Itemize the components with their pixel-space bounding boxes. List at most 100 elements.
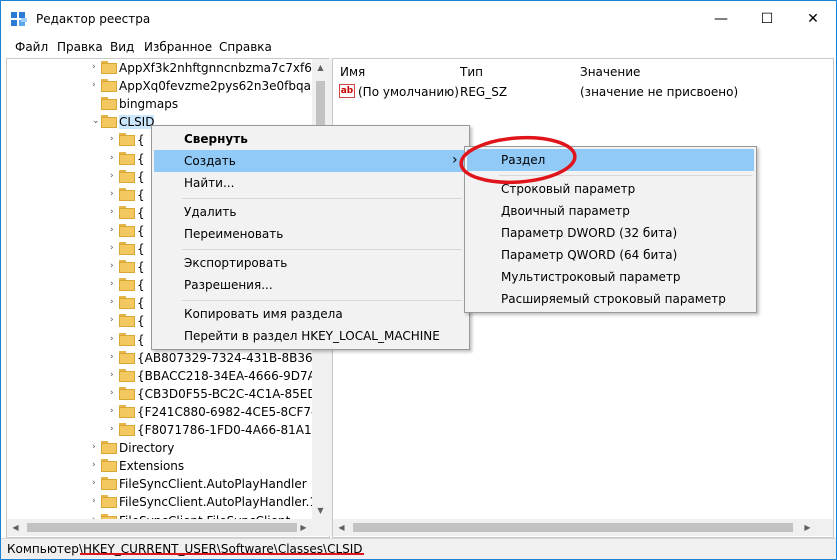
tree-item[interactable]: › {AB807329-7324-431B-8B36-DE xyxy=(7,349,329,367)
tree-item[interactable]: › Directory xyxy=(7,439,329,457)
submenu-item-expandable-string-value[interactable]: Расширяемый строковый параметр xyxy=(467,288,754,310)
scroll-down-icon[interactable]: ▼ xyxy=(312,502,329,519)
close-button[interactable]: ✕ xyxy=(790,1,836,37)
registry-editor-icon xyxy=(11,12,27,26)
menu-item-find[interactable]: Найти... xyxy=(154,172,467,194)
tree-item[interactable]: › Extensions xyxy=(7,457,329,475)
values-horizontal-scrollbar[interactable]: ◀ ▶ xyxy=(333,519,833,536)
tree-item-label: AppXf3k2nhftgnncnbzma7c7xf62tr xyxy=(119,61,330,75)
folder-icon xyxy=(119,278,135,292)
folder-icon xyxy=(101,61,117,74)
annotation-underline xyxy=(79,553,364,555)
menu-item-label: Параметр QWORD (64 бита) xyxy=(501,248,678,262)
menu-item-delete[interactable]: Удалить xyxy=(154,201,467,223)
tree-item-label: { xyxy=(137,169,145,184)
menu-item-rename[interactable]: Переименовать xyxy=(154,223,467,245)
tree-item-label: { xyxy=(137,296,145,311)
folder-icon xyxy=(119,205,135,219)
values-scroll-left-icon[interactable]: ◀ xyxy=(333,519,350,536)
tree-item[interactable]: › FileSyncClient.AutoPlayHandler.1 xyxy=(7,493,329,511)
tree-item-label: { xyxy=(137,242,145,256)
submenu-item-multistring-value[interactable]: Мультистроковый параметр xyxy=(467,266,754,288)
menu-bar: Файл Правка Вид Избранное Справка xyxy=(1,37,836,57)
minimize-button[interactable]: — xyxy=(698,1,744,37)
menu-item-label: Разрешения... xyxy=(184,278,273,292)
tree-item[interactable]: › {F8071786-1FD0-4A66-81A1-3C xyxy=(7,421,329,439)
folder-icon xyxy=(119,350,135,364)
tree-item-label: CLSID xyxy=(119,115,155,130)
value-name: (По умолчанию) xyxy=(358,85,459,99)
folder-icon xyxy=(101,97,117,111)
menu-file[interactable]: Файл xyxy=(15,40,48,54)
string-value-icon: ab xyxy=(339,84,355,98)
values-hscroll-thumb[interactable] xyxy=(353,523,793,532)
menu-favorites[interactable]: Избранное xyxy=(144,40,212,54)
scroll-right-icon[interactable]: ▶ xyxy=(295,519,312,536)
folder-icon xyxy=(119,386,135,400)
folder-icon xyxy=(119,332,135,346)
folder-icon xyxy=(101,79,117,93)
submenu-item-qword-value[interactable]: Параметр QWORD (64 бита) xyxy=(467,244,754,266)
menu-edit[interactable]: Правка xyxy=(57,40,103,54)
values-scroll-right-icon[interactable]: ▶ xyxy=(799,519,816,536)
tree-item[interactable]: › {CB3D0F55-BC2C-4C1A-85ED-2 xyxy=(7,385,329,403)
title-bar[interactable]: Редактор реестра — ☐ ✕ xyxy=(1,1,836,37)
tree-item-label: AppXq0fevzme2pys62n3e0fbqa7pe xyxy=(119,79,330,94)
menu-item-label: Перейти в раздел HKEY_LOCAL_MACHINE xyxy=(184,329,440,343)
folder-icon xyxy=(119,151,135,165)
tree-horizontal-scrollbar[interactable]: ◀ ▶ xyxy=(7,519,329,536)
menu-item-permissions[interactable]: Разрешения... xyxy=(154,274,467,296)
tree-item[interactable]: bingmaps xyxy=(7,95,329,113)
folder-icon xyxy=(119,260,135,274)
tree-item[interactable]: › FileSyncClient.AutoPlayHandler xyxy=(7,475,329,493)
menu-item-label: Мультистроковый параметр xyxy=(501,270,681,284)
value-row[interactable]: ab (По умолчанию) REG_SZ (значение не пр… xyxy=(333,83,833,101)
folder-icon xyxy=(119,223,135,237)
menu-item-goto-hklm[interactable]: Перейти в раздел HKEY_LOCAL_MACHINE xyxy=(154,325,467,347)
maximize-button[interactable]: ☐ xyxy=(744,1,790,37)
value-type: REG_SZ xyxy=(460,85,508,99)
menu-item-copy-key-name[interactable]: Копировать имя раздела xyxy=(154,303,467,325)
menu-item-new[interactable]: Создать › xyxy=(154,150,467,172)
status-path-computer: Компьютер xyxy=(7,542,79,556)
menu-separator xyxy=(182,198,462,199)
tree-item[interactable]: › AppXq0fevzme2pys62n3e0fbqa7pe xyxy=(7,77,329,95)
tree-item-label: { xyxy=(137,187,145,202)
tree-item-label: FileSyncClient.AutoPlayHandler xyxy=(119,477,307,492)
tree-item-label: { xyxy=(137,223,145,238)
menu-item-label: Двоичный параметр xyxy=(501,204,630,218)
tree-item-label: Extensions xyxy=(119,459,185,474)
folder-icon xyxy=(119,242,135,255)
tree-item-label: {CB3D0F55-BC2C-4C1A-85ED-2 xyxy=(137,386,329,401)
tree-item-label: {F241C880-6982-4CE5-8CF7-70 xyxy=(137,404,330,419)
tree-item[interactable]: › {F241C880-6982-4CE5-8CF7-70 xyxy=(7,403,329,421)
folder-icon xyxy=(101,441,117,455)
tree-item[interactable]: › {BBACC218-34EA-4666-9D7A-C xyxy=(7,367,329,385)
menu-item-label: Расширяемый строковый параметр xyxy=(501,292,726,306)
submenu-item-binary-value[interactable]: Двоичный параметр xyxy=(467,200,754,222)
menu-item-export[interactable]: Экспортировать xyxy=(154,252,467,274)
folder-icon xyxy=(101,477,117,491)
maximize-icon: ☐ xyxy=(760,11,774,27)
submenu-item-dword-value[interactable]: Параметр DWORD (32 бита) xyxy=(467,222,754,244)
context-menu: Свернуть Создать › Найти... Удалить Переи… xyxy=(151,125,470,350)
scroll-left-icon[interactable]: ◀ xyxy=(7,519,24,536)
folder-icon xyxy=(119,296,135,310)
folder-icon xyxy=(119,169,135,183)
tree-item-label: {BBACC218-34EA-4666-9D7A-C xyxy=(137,368,329,383)
tree-item-label: FileSyncClient.AutoPlayHandler.1 xyxy=(119,495,318,510)
tree-item-label: bingmaps xyxy=(119,97,179,112)
tree-item-label: Directory xyxy=(119,441,175,456)
menu-item-label: Экспортировать xyxy=(184,256,288,270)
folder-icon xyxy=(119,314,135,328)
menu-view[interactable]: Вид xyxy=(110,40,134,54)
tree-item-label: { xyxy=(137,151,145,166)
status-bar: Компьютер\HKEY_CURRENT_USER\Software\Cla… xyxy=(1,538,836,559)
menu-item-collapse[interactable]: Свернуть xyxy=(154,128,467,150)
scroll-up-icon[interactable]: ▲ xyxy=(312,59,329,76)
menu-help[interactable]: Справка xyxy=(219,40,272,54)
menu-item-label: Создать xyxy=(184,154,236,168)
tree-hscroll-thumb[interactable] xyxy=(27,523,297,532)
menu-item-label: Свернуть xyxy=(184,132,248,146)
tree-item[interactable]: › AppXf3k2nhftgnncnbzma7c7xf62tr xyxy=(7,59,329,77)
